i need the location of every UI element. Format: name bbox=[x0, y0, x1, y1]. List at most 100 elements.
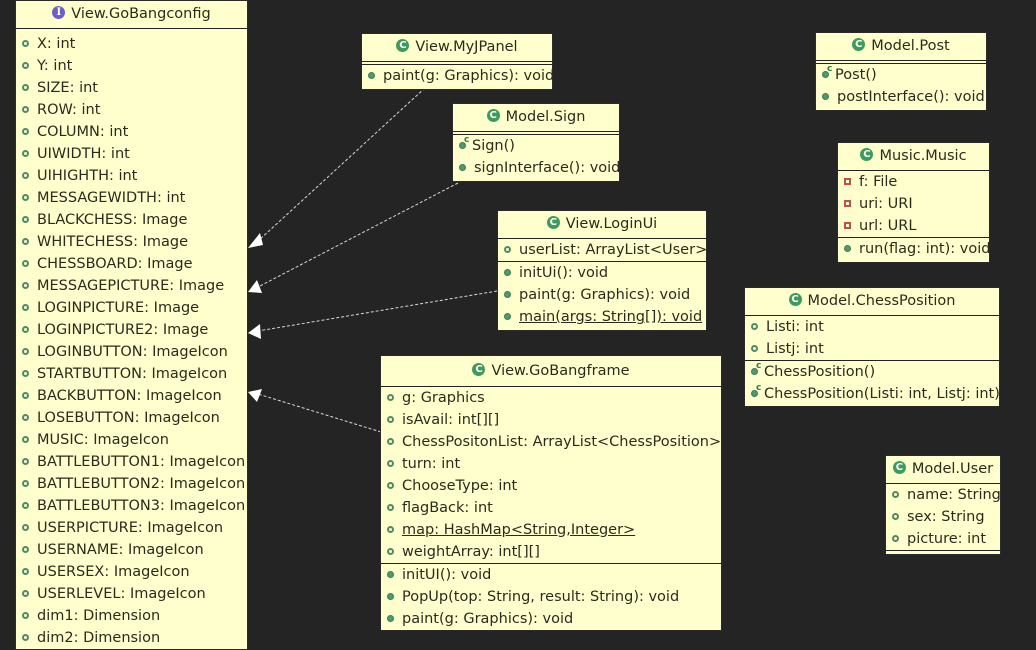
methods-section: c Sign() signInterface(): void bbox=[453, 135, 620, 179]
class-icon: C bbox=[546, 215, 560, 229]
class-name: Model.Post bbox=[871, 38, 950, 54]
public-field-icon bbox=[22, 435, 29, 443]
constructor-row: c Sign() bbox=[453, 135, 619, 157]
method-row: paint(g: Graphics): void bbox=[362, 65, 554, 87]
public-method-icon bbox=[504, 312, 511, 320]
class-post[interactable]: C Model.Post c Post() postInterface(): voi… bbox=[815, 32, 987, 111]
field-row: MESSAGEWIDTH: int bbox=[16, 187, 247, 209]
class-gobangframe[interactable]: C View.GoBangframe g: Graphics isAvail: i… bbox=[380, 355, 722, 631]
methods-section: c Post() postInterface(): void bbox=[816, 64, 986, 108]
arrowhead-loginui bbox=[248, 324, 261, 339]
fields-section: name: String sex: String picture: int bbox=[886, 484, 1001, 551]
field-row: dim1: Dimension bbox=[16, 605, 247, 627]
public-method-icon bbox=[387, 614, 394, 622]
class-name: Music.Music bbox=[879, 148, 967, 164]
public-method-icon bbox=[387, 570, 394, 578]
public-field-icon bbox=[22, 149, 29, 157]
field-row: BATTLEBUTTON3: ImageIcon bbox=[16, 495, 247, 517]
methods-section: initUI(): void PopUp(top: String, result… bbox=[381, 564, 721, 630]
field-row: UIHIGHTH: int bbox=[16, 165, 247, 187]
class-header: C Model.User bbox=[886, 456, 1000, 484]
edge-sign-to-gobangconfig bbox=[257, 182, 459, 288]
class-music[interactable]: C Music.Music f: File uri: URI url: URL r… bbox=[837, 142, 990, 263]
field-row: BATTLEBUTTON1: ImageIcon bbox=[16, 451, 247, 473]
class-myjpanel[interactable]: C View.MyJPanel paint(g: Graphics): void bbox=[361, 33, 554, 90]
class-header: I View.GoBangconfig bbox=[16, 1, 247, 29]
class-gobangconfig[interactable]: I View.GoBangconfig X: int Y: int SIZE: i… bbox=[15, 0, 248, 650]
field-row: picture: int bbox=[886, 528, 1000, 550]
field-row: Listi: int bbox=[745, 316, 999, 338]
public-field-icon bbox=[387, 525, 394, 533]
class-icon: C bbox=[788, 292, 802, 306]
public-field-icon bbox=[22, 237, 29, 245]
class-icon: C bbox=[852, 37, 866, 51]
public-field-icon bbox=[387, 503, 394, 511]
class-loginui[interactable]: C View.LoginUi userList: ArrayList<User> … bbox=[497, 210, 707, 331]
field-row: ROW: int bbox=[16, 99, 247, 121]
class-header: C Model.ChessPosition bbox=[745, 288, 999, 316]
class-icon: C bbox=[396, 38, 410, 52]
public-field-icon bbox=[22, 369, 29, 377]
public-field-icon bbox=[22, 61, 29, 69]
field-row: BACKBUTTON: ImageIcon bbox=[16, 385, 247, 407]
public-field-icon bbox=[22, 611, 29, 619]
field-row: dim2: Dimension bbox=[16, 627, 247, 649]
public-method-icon bbox=[504, 268, 511, 276]
methods-section: c ChessPosition() c ChessPosition(Listi: i… bbox=[745, 361, 1000, 405]
constructor-row: c ChessPosition() bbox=[745, 361, 999, 383]
methods-section: initUi(): void paint(g: Graphics): void … bbox=[498, 262, 706, 328]
public-field-icon bbox=[22, 171, 29, 179]
public-field-icon bbox=[387, 415, 394, 423]
field-row: ChooseType: int bbox=[381, 475, 721, 497]
fields-section: g: Graphics isAvail: int[][] ChessPosito… bbox=[381, 387, 721, 564]
arrowhead-sign bbox=[248, 280, 262, 293]
interface-icon: I bbox=[52, 5, 66, 19]
method-row: paint(g: Graphics): void bbox=[381, 608, 721, 630]
field-row: USERNAME: ImageIcon bbox=[16, 539, 247, 561]
field-row: MESSAGEPICTURE: Image bbox=[16, 275, 247, 297]
field-row: userList: ArrayList<User> bbox=[498, 239, 707, 261]
public-field-icon bbox=[387, 393, 394, 401]
field-row: ChessPositonList: ArrayList<ChessPositio… bbox=[381, 431, 721, 453]
class-chessposition[interactable]: C Model.ChessPosition Listi: int Listj: i… bbox=[744, 287, 1000, 407]
static-method-row: main(args: String[]): void bbox=[498, 306, 706, 328]
public-field-icon bbox=[387, 437, 394, 445]
class-icon: C bbox=[486, 108, 500, 122]
private-field-icon bbox=[844, 199, 851, 207]
field-row: LOGINPICTURE2: Image bbox=[16, 319, 247, 341]
class-name: View.LoginUi bbox=[565, 216, 658, 232]
public-field-icon bbox=[22, 281, 29, 289]
field-row: USERLEVEL: ImageIcon bbox=[16, 583, 247, 605]
method-row: initUI(): void bbox=[381, 564, 721, 586]
public-field-icon bbox=[22, 347, 29, 355]
public-field-icon bbox=[22, 215, 29, 223]
class-sign[interactable]: C Model.Sign c Sign() signInterface(): voi… bbox=[452, 103, 620, 182]
public-field-icon bbox=[22, 589, 29, 597]
class-name: View.MyJPanel bbox=[415, 39, 518, 55]
private-field-icon bbox=[844, 177, 851, 185]
public-field-icon bbox=[751, 344, 758, 352]
field-row: SIZE: int bbox=[16, 77, 247, 99]
public-method-icon bbox=[844, 244, 851, 252]
public-field-icon bbox=[22, 413, 29, 421]
public-field-icon bbox=[22, 391, 29, 399]
methods-section bbox=[886, 551, 1000, 553]
field-row: turn: int bbox=[381, 453, 721, 475]
public-method-icon bbox=[504, 290, 511, 298]
arrowhead-gobangframe bbox=[248, 389, 262, 402]
field-row: USERPICTURE: ImageIcon bbox=[16, 517, 247, 539]
arrowhead-myjpanel bbox=[248, 233, 263, 248]
public-field-icon bbox=[22, 259, 29, 267]
method-row: paint(g: Graphics): void bbox=[498, 284, 706, 306]
private-field-icon bbox=[844, 221, 851, 229]
class-icon: C bbox=[892, 460, 906, 474]
private-field-row: uri: URI bbox=[838, 193, 989, 215]
public-field-icon bbox=[892, 512, 899, 520]
field-row: BATTLEBUTTON2: ImageIcon bbox=[16, 473, 247, 495]
field-row: weightArray: int[][] bbox=[381, 541, 721, 563]
field-row: COLUMN: int bbox=[16, 121, 247, 143]
public-field-icon bbox=[22, 325, 29, 333]
public-field-icon bbox=[892, 534, 899, 542]
class-user[interactable]: C Model.User name: String sex: String pic… bbox=[885, 455, 1001, 555]
methods-section: run(flag: int): void bbox=[838, 238, 990, 260]
